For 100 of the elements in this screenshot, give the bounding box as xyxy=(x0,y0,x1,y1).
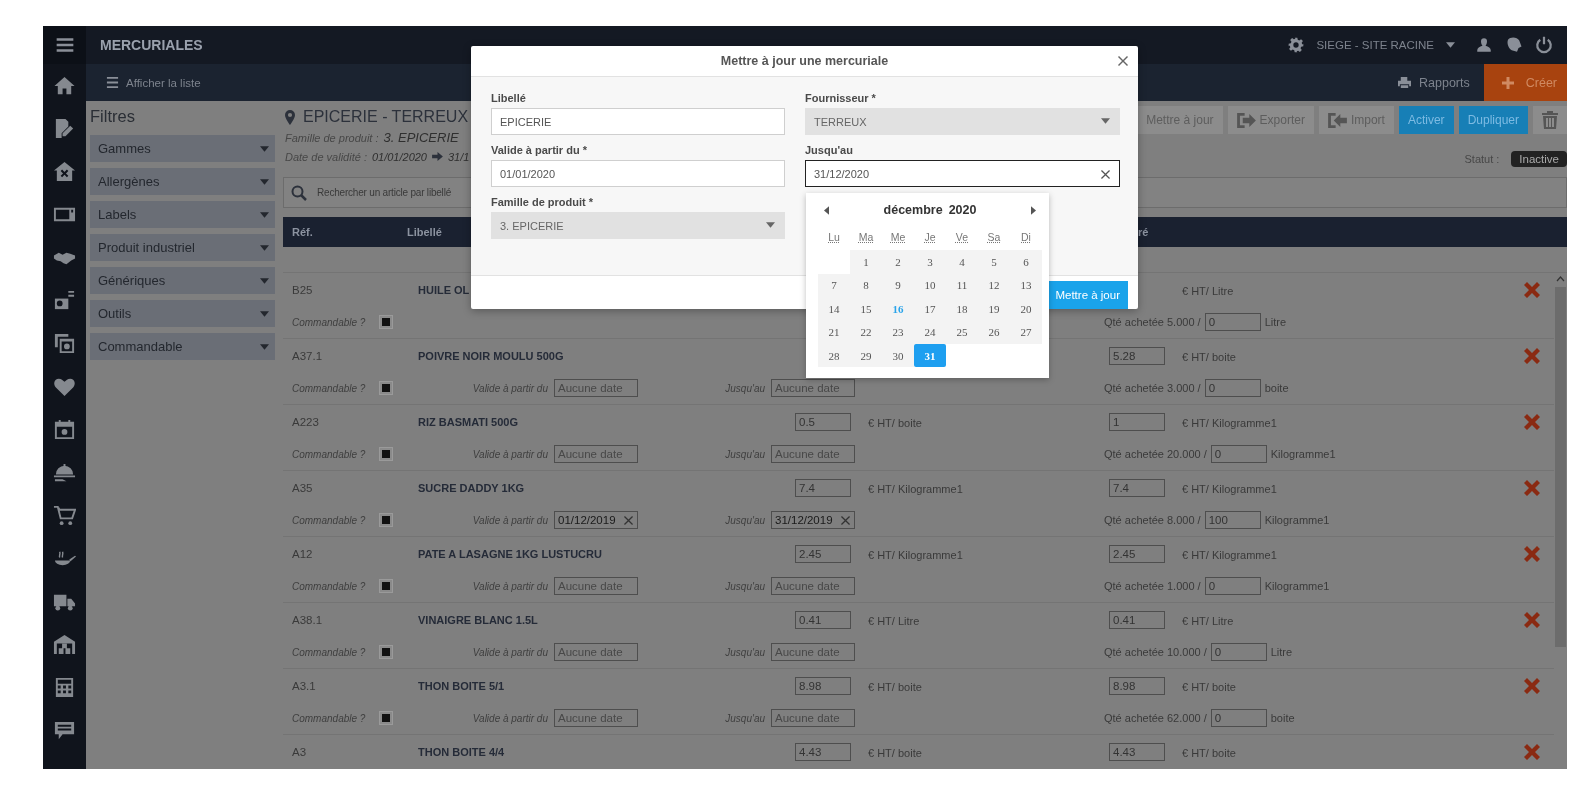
filter-dropdown[interactable]: Commandable xyxy=(90,333,275,360)
close-icon[interactable] xyxy=(1118,56,1128,66)
price-field[interactable]: 8.98 xyxy=(1109,677,1165,695)
day-cell[interactable]: 30 xyxy=(882,343,914,368)
price-field[interactable]: 7.4 xyxy=(1109,479,1165,497)
day-cell[interactable]: 20 xyxy=(1010,297,1042,321)
reports-link[interactable]: Rapports xyxy=(1398,64,1470,101)
settings-icon[interactable] xyxy=(1288,37,1305,53)
price-field[interactable]: 2.45 xyxy=(795,545,851,563)
day-cell[interactable]: 11 xyxy=(946,273,978,298)
price-field[interactable]: 0.41 xyxy=(795,611,851,629)
day-cell[interactable]: 21 xyxy=(818,320,850,344)
day-cell[interactable]: 24 xyxy=(914,320,946,344)
input-field[interactable]: 01/01/2020 xyxy=(491,160,785,187)
next-icon[interactable] xyxy=(1031,205,1036,215)
price-field[interactable]: 7.4 xyxy=(795,479,851,497)
day-cell[interactable]: 4 xyxy=(946,250,978,274)
day-cell[interactable]: 19 xyxy=(978,297,1010,321)
filter-dropdown[interactable]: Labels xyxy=(90,201,275,228)
day-cell[interactable]: 9 xyxy=(882,273,914,298)
day-cell[interactable]: 16 xyxy=(882,297,914,321)
day-cell[interactable]: 25 xyxy=(946,320,978,344)
day-cell[interactable]: 15 xyxy=(850,297,882,321)
day-cell[interactable]: 3 xyxy=(914,250,946,274)
day-cell[interactable]: 2 xyxy=(882,250,914,274)
day-cell[interactable]: 1 xyxy=(850,250,882,274)
orderable-checkbox[interactable] xyxy=(379,381,394,395)
day-cell[interactable]: 14 xyxy=(818,297,850,321)
price-field[interactable]: 4.43 xyxy=(795,743,851,761)
windows-icon[interactable] xyxy=(53,332,76,355)
day-cell[interactable]: 18 xyxy=(946,297,978,321)
price-field[interactable]: 1 xyxy=(1109,413,1165,431)
day-cell[interactable]: 8 xyxy=(850,273,882,298)
orderable-checkbox[interactable] xyxy=(379,315,394,329)
price-field[interactable]: 5.28 xyxy=(1109,347,1165,365)
date-field[interactable]: 01/12/2019 xyxy=(554,511,638,529)
action-button[interactable]: Dupliquer xyxy=(1458,106,1528,134)
day-cell[interactable]: 17 xyxy=(914,297,946,321)
warehouse-icon[interactable] xyxy=(53,633,76,656)
clear-icon[interactable] xyxy=(624,515,633,525)
day-cell[interactable]: 29 xyxy=(850,343,882,368)
document-edit-icon[interactable] xyxy=(53,117,76,140)
quantity-field[interactable]: 0 xyxy=(1204,313,1261,331)
house-icon[interactable] xyxy=(53,160,76,183)
orderable-checkbox[interactable] xyxy=(379,513,394,527)
cloche-icon[interactable] xyxy=(53,461,76,484)
filter-dropdown[interactable]: Produit industriel xyxy=(90,234,275,261)
quantity-field[interactable]: 0 xyxy=(1210,643,1267,661)
update-button[interactable]: Mettre à jour xyxy=(1047,281,1128,309)
filter-dropdown[interactable]: Allergènes xyxy=(90,168,275,195)
select-field[interactable]: TERREUX xyxy=(805,108,1120,135)
list-link[interactable]: Afficher la liste xyxy=(106,76,201,89)
caret-icon[interactable] xyxy=(1446,42,1455,48)
select-field[interactable]: 3. EPICERIE xyxy=(491,212,785,239)
day-cell[interactable]: 26 xyxy=(978,320,1010,344)
quantity-field[interactable]: 0 xyxy=(1204,577,1261,595)
day-cell[interactable]: 22 xyxy=(850,320,882,344)
filter-dropdown[interactable]: Outils xyxy=(90,300,275,327)
quantity-field[interactable]: 100 xyxy=(1204,511,1261,529)
orderable-checkbox[interactable] xyxy=(379,645,394,659)
price-field[interactable]: 4.43 xyxy=(1109,743,1165,761)
quantity-field[interactable]: 0 xyxy=(1204,379,1261,397)
orderable-checkbox[interactable] xyxy=(379,711,394,725)
filter-dropdown[interactable]: Génériques xyxy=(90,267,275,294)
home-icon[interactable] xyxy=(53,74,76,97)
quantity-field[interactable]: 0 xyxy=(1210,445,1267,463)
day-cell[interactable]: 31 xyxy=(914,343,946,368)
action-button[interactable]: Activer xyxy=(1398,106,1454,134)
day-cell[interactable]: 12 xyxy=(978,273,1010,298)
clear-icon[interactable] xyxy=(1101,170,1110,179)
price-field[interactable]: 0.41 xyxy=(1109,611,1165,629)
price-field[interactable]: 2.45 xyxy=(1109,545,1165,563)
day-cell[interactable]: 23 xyxy=(882,320,914,344)
clear-icon[interactable] xyxy=(841,515,850,525)
price-field[interactable]: 8.98 xyxy=(795,677,851,695)
menu-icon[interactable] xyxy=(54,35,75,55)
cart-icon[interactable] xyxy=(53,504,76,527)
calendar-icon[interactable] xyxy=(53,418,76,441)
orderable-checkbox[interactable] xyxy=(379,447,394,461)
input-field[interactable]: 31/12/2020 xyxy=(805,160,1120,187)
user-icon[interactable] xyxy=(1475,36,1493,54)
day-cell[interactable]: 5 xyxy=(978,250,1010,274)
input-field[interactable]: EPICERIE xyxy=(491,108,785,135)
register-icon[interactable] xyxy=(53,289,76,312)
filter-dropdown[interactable]: Gammes xyxy=(90,135,275,162)
power-icon[interactable] xyxy=(1535,36,1553,54)
day-cell[interactable]: 27 xyxy=(1010,320,1042,344)
previous-icon[interactable] xyxy=(824,205,829,215)
price-field[interactable]: 0.5 xyxy=(795,413,851,431)
calculator-icon[interactable] xyxy=(53,676,76,699)
create-button[interactable]: Créer xyxy=(1483,64,1567,101)
site-selector[interactable]: SIEGE - SITE RACINE xyxy=(1316,39,1434,51)
day-cell[interactable]: 28 xyxy=(818,343,850,368)
date-field[interactable]: 31/12/2019 xyxy=(771,511,855,529)
day-cell[interactable]: 13 xyxy=(1010,273,1042,298)
day-cell[interactable]: 6 xyxy=(1010,250,1042,274)
day-cell[interactable]: 7 xyxy=(818,273,850,298)
orderable-checkbox[interactable] xyxy=(379,579,394,593)
day-cell[interactable]: 10 xyxy=(914,273,946,298)
quantity-field[interactable]: 0 xyxy=(1210,709,1267,727)
